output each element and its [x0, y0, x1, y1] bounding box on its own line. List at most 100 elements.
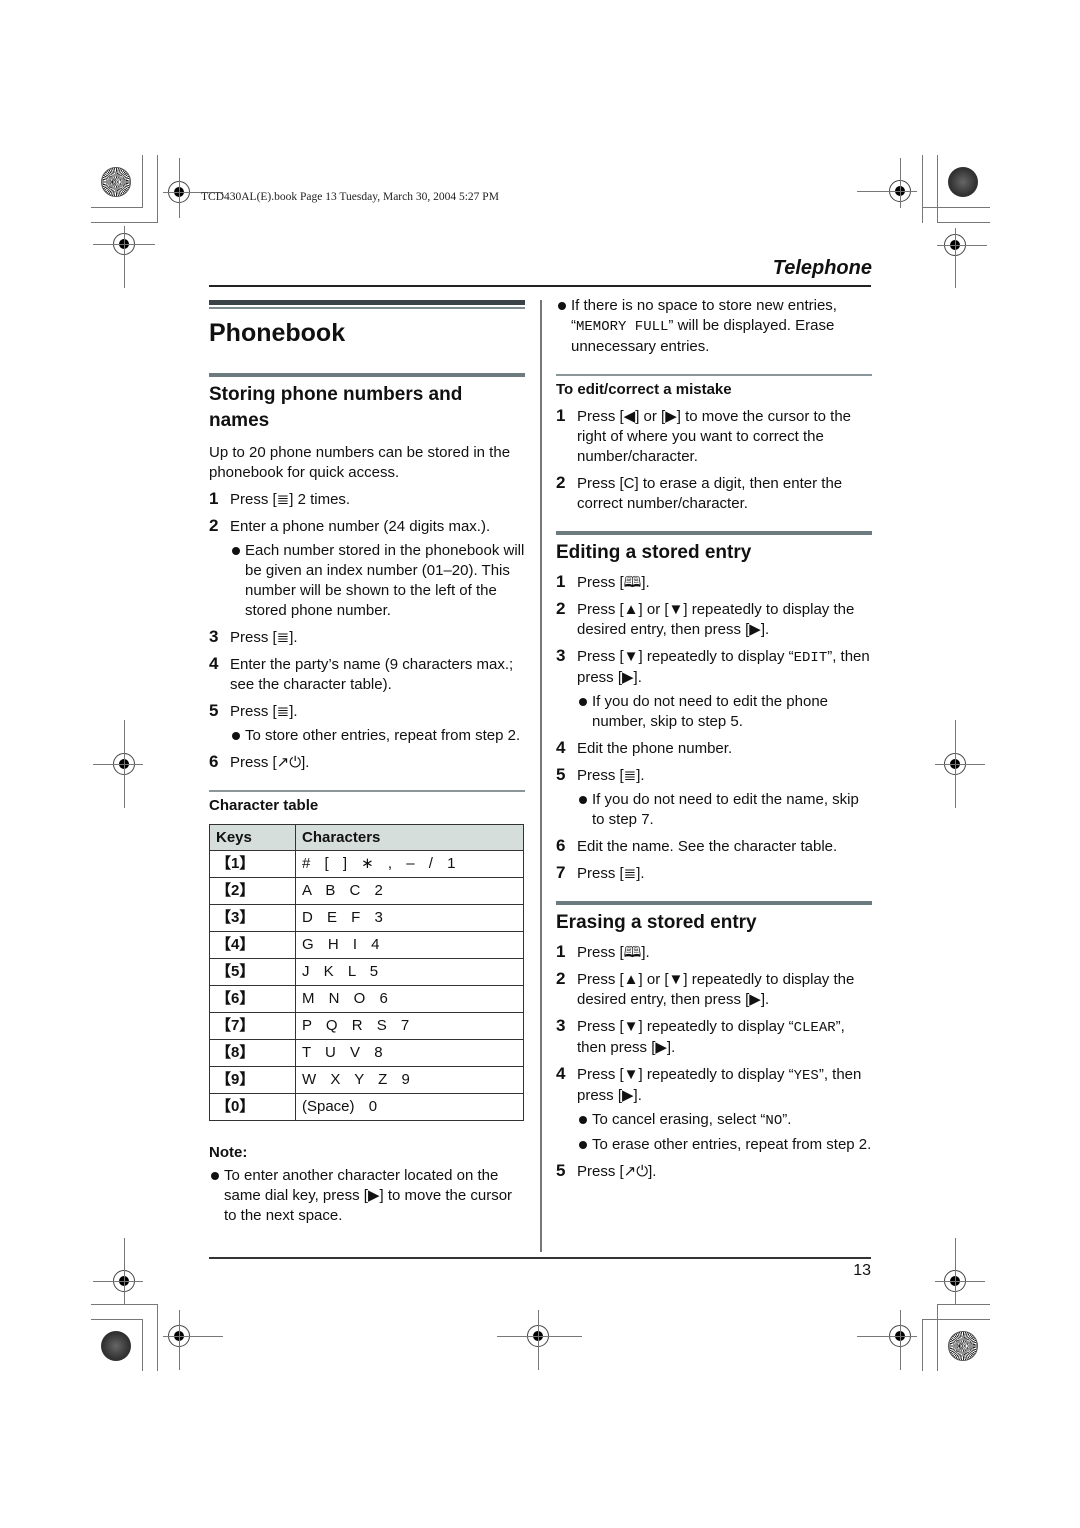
step-bullet: If you do not need to edit the phone num…	[577, 692, 872, 732]
bullet-text: To cancel erasing, select “	[592, 1111, 766, 1128]
step-number: 3	[209, 627, 219, 646]
table-row: 【2】 A B C 2	[209, 877, 524, 905]
crop-line	[538, 1310, 539, 1370]
step-number: 2	[556, 599, 566, 618]
edit-mistake-step: 2 Press [C] to erase a digit, then enter…	[556, 473, 872, 514]
display-text: MEMORY FULL	[576, 319, 669, 335]
table-row: 【9】 W X Y Z 9	[209, 1066, 524, 1094]
crop-line	[857, 1336, 917, 1337]
crop-line	[91, 222, 157, 223]
characters-cell: J K L 5	[295, 958, 524, 986]
crop-line	[142, 155, 143, 208]
section-tag: Telephone	[772, 257, 872, 279]
left-column: Phonebook Storing phone numbers and name…	[209, 300, 525, 1226]
table-row: 【5】 J K L 5	[209, 958, 524, 986]
crop-line	[922, 155, 923, 223]
step-number: 6	[556, 836, 566, 855]
crop-line	[157, 1304, 158, 1371]
crop-line	[937, 222, 990, 223]
crop-line	[163, 1336, 223, 1337]
column-header-characters: Characters	[295, 824, 524, 851]
footer-rule	[209, 1257, 871, 1259]
crop-line	[497, 1336, 582, 1337]
erasing-step: 3 Press [▼] repeatedly to display “CLEAR…	[556, 1016, 872, 1058]
registration-disc-icon	[948, 167, 978, 197]
erasing-step: 2 Press [▲] or [▼] repeatedly to display…	[556, 969, 872, 1010]
step-text: Press [▼] repeatedly to display “	[577, 648, 794, 665]
erasing-step: 1 Press [🕮].	[556, 942, 872, 963]
crop-line	[937, 155, 938, 223]
table-row: 【0】 (Space) 0	[209, 1093, 524, 1121]
step-number: 4	[556, 738, 566, 757]
display-text: CLEAR	[793, 1020, 836, 1036]
crop-line	[955, 1238, 956, 1304]
editing-step: 7 Press [≣].	[556, 863, 872, 884]
crop-line	[922, 207, 990, 208]
characters-cell: A B C 2	[295, 877, 524, 905]
step-number: 1	[209, 489, 219, 508]
step-text: Edit the name. See the character table.	[577, 838, 838, 855]
editing-step: 2 Press [▲] or [▼] repeatedly to display…	[556, 599, 872, 640]
storing-step: 5 Press [≣]. To store other entries, rep…	[209, 701, 525, 746]
step-text: Press [▼] repeatedly to display “	[577, 1018, 794, 1035]
table-row: 【4】 G H I 4	[209, 931, 524, 959]
step-bullet: Each number stored in the phonebook will…	[230, 541, 525, 621]
crop-line	[900, 1310, 901, 1370]
edit-mistake-heading: To edit/correct a mistake	[556, 381, 732, 398]
editing-step: 5 Press [≣]. If you do not need to edit …	[556, 765, 872, 830]
section-rule	[556, 531, 872, 535]
storing-intro: Up to 20 phone numbers can be stored in …	[209, 444, 511, 481]
step-number: 1	[556, 572, 566, 591]
memory-full-bullet: If there is no space to store new entrie…	[556, 296, 872, 357]
key-cell: 【4】	[209, 931, 296, 959]
key-cell: 【7】	[209, 1012, 296, 1040]
step-text: Press [≣].	[230, 703, 298, 720]
step-text: Press [◀] or [▶] to move the cursor to t…	[577, 408, 852, 465]
print-header-info: TCD430AL(E).book Page 13 Tuesday, March …	[201, 191, 499, 203]
step-number: 1	[556, 406, 566, 425]
crop-line	[91, 207, 142, 208]
note-bullet: To enter another character located on th…	[209, 1166, 525, 1226]
crop-line	[124, 226, 125, 288]
characters-cell: # [ ] ∗ , – / 1	[295, 850, 524, 878]
key-cell: 【9】	[209, 1066, 296, 1094]
key-cell: 【6】	[209, 985, 296, 1013]
editing-step: 6 Edit the name. See the character table…	[556, 836, 872, 857]
crop-line	[922, 1319, 990, 1320]
table-row: 【1】 # [ ] ∗ , – / 1	[209, 850, 524, 878]
table-row: 【3】 D E F 3	[209, 904, 524, 932]
step-text: Press [🕮].	[577, 574, 650, 591]
step-bullet: To cancel erasing, select “NO”.	[577, 1110, 872, 1131]
step-number: 2	[209, 516, 219, 535]
table-row: 【6】 M N O 6	[209, 985, 524, 1013]
section-rule	[556, 901, 872, 905]
storing-step: 4 Enter the party’s name (9 characters m…	[209, 654, 525, 695]
step-text: Press [≣].	[230, 629, 298, 646]
section-rule	[209, 373, 525, 377]
registration-disc-icon	[101, 1331, 131, 1361]
column-divider	[540, 300, 542, 1252]
crop-line	[93, 764, 143, 765]
step-text: Press [▲] or [▼] repeatedly to display t…	[577, 971, 855, 1008]
crop-line	[179, 158, 180, 218]
title-bar	[209, 300, 525, 309]
registration-sunburst-icon	[948, 1331, 978, 1361]
crop-line	[124, 1238, 125, 1304]
characters-cell: P Q R S 7	[295, 1012, 524, 1040]
subsection-rule	[556, 374, 872, 376]
step-number: 5	[556, 1161, 566, 1180]
page-title: Phonebook	[209, 319, 346, 347]
crop-line	[922, 1319, 923, 1371]
crop-line	[142, 1319, 143, 1371]
step-number: 6	[209, 752, 219, 771]
crop-line	[937, 1304, 938, 1371]
step-text: Press [≣].	[577, 865, 645, 882]
editing-step: 3 Press [▼] repeatedly to display “EDIT”…	[556, 646, 872, 732]
characters-cell: (Space) 0	[295, 1093, 524, 1121]
step-number: 4	[209, 654, 219, 673]
characters-cell: G H I 4	[295, 931, 524, 959]
step-text: Press [▼] repeatedly to display “	[577, 1066, 794, 1083]
storing-step: 2 Enter a phone number (24 digits max.).…	[209, 516, 525, 621]
section-heading-editing: Editing a stored entry	[556, 542, 752, 563]
crop-line	[124, 720, 125, 808]
